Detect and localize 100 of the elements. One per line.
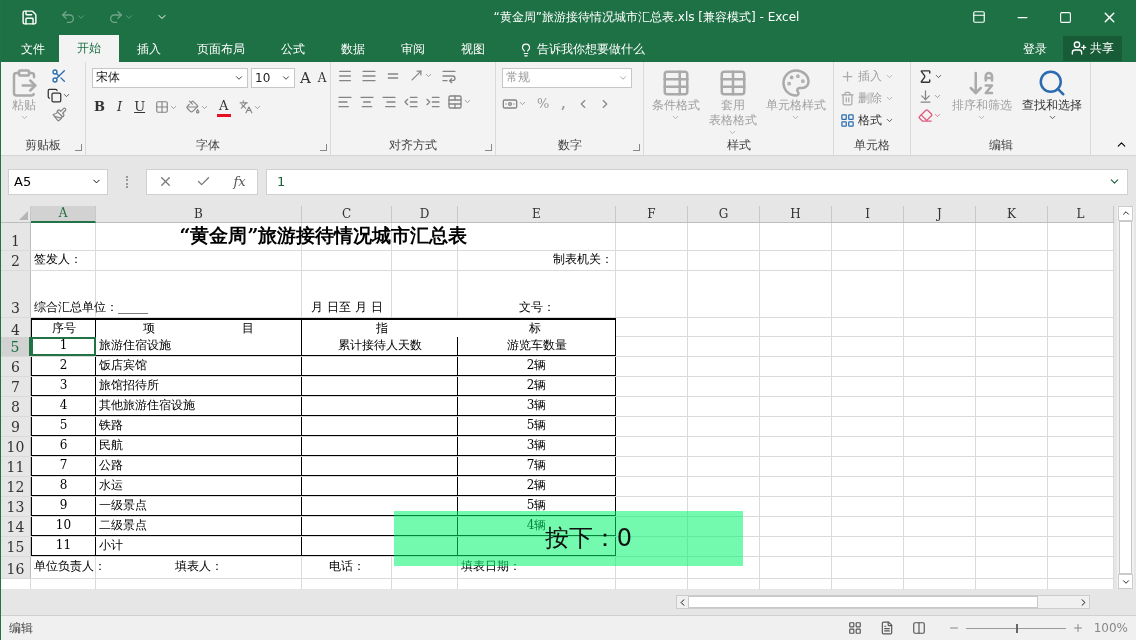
- column-header[interactable]: J: [904, 205, 976, 223]
- underline-button[interactable]: U: [132, 99, 148, 116]
- ribbon-display-icon[interactable]: [972, 10, 986, 25]
- table-cell: 签发人：: [34, 251, 82, 269]
- shrink-font-button[interactable]: A: [315, 69, 329, 86]
- horizontal-scrollbar[interactable]: [676, 595, 1090, 610]
- font-color-button[interactable]: A: [217, 97, 231, 117]
- grid-icon: [840, 112, 855, 128]
- paint-bucket-icon[interactable]: [186, 100, 210, 115]
- launcher-icon[interactable]: [485, 143, 492, 151]
- share-button[interactable]: 共享: [1063, 35, 1122, 61]
- ribbon-tab[interactable]: 视图: [443, 37, 503, 62]
- columns-icon[interactable]: [911, 621, 926, 636]
- row-header[interactable]: 15: [1, 536, 31, 556]
- row-header[interactable]: 14: [1, 516, 31, 536]
- ribbon-tab[interactable]: 公式: [263, 37, 323, 62]
- ribbon-tab[interactable]: 数据: [323, 37, 383, 62]
- table-cell: 电话：: [329, 558, 365, 576]
- column-header[interactable]: C: [302, 205, 392, 223]
- group-label: 字体: [196, 136, 220, 154]
- column-header[interactable]: D: [392, 205, 458, 223]
- column-header[interactable]: A: [31, 205, 96, 223]
- zoom-thumb[interactable]: [1015, 623, 1018, 633]
- copy-icon[interactable]: [47, 87, 71, 103]
- table-cell: 3辆: [526, 436, 547, 454]
- sheet-title: “黄金周”旅游接待情况城市汇总表: [179, 222, 468, 248]
- column-header[interactable]: K: [976, 205, 1048, 223]
- bold-button[interactable]: B: [92, 99, 107, 116]
- undo-icon[interactable]: [60, 9, 86, 26]
- column-header[interactable]: I: [832, 205, 904, 223]
- insert-function-button[interactable]: fx: [233, 174, 246, 190]
- italic-button[interactable]: I: [115, 99, 125, 116]
- launcher-icon[interactable]: [633, 143, 640, 151]
- table-cell: 2: [59, 358, 68, 373]
- eraser-icon[interactable]: [917, 107, 943, 123]
- scroll-down-button[interactable]: [1118, 574, 1133, 590]
- column-header[interactable]: L: [1048, 205, 1114, 223]
- table-cell: 填表日期：: [461, 558, 521, 576]
- table-cell: 10: [55, 518, 72, 533]
- name-box[interactable]: A5: [8, 168, 108, 195]
- row-header[interactable]: 10: [1, 436, 31, 456]
- maximize-icon[interactable]: [1059, 10, 1072, 24]
- column-header[interactable]: B: [96, 205, 302, 223]
- cells-button[interactable]: 格式: [840, 111, 894, 129]
- row-header[interactable]: 7: [1, 376, 31, 396]
- row-header[interactable]: 3: [1, 270, 31, 317]
- column-header[interactable]: E: [458, 205, 616, 223]
- formula-field[interactable]: 1: [266, 168, 1128, 195]
- launcher-icon[interactable]: [75, 143, 82, 151]
- row-header[interactable]: 6: [1, 356, 31, 376]
- grow-font-button[interactable]: A: [298, 69, 313, 86]
- plus-icon: [840, 68, 855, 84]
- row-header[interactable]: 1: [1, 222, 31, 250]
- column-header[interactable]: H: [760, 205, 832, 223]
- column-header[interactable]: G: [688, 205, 760, 223]
- row-header[interactable]: 2: [1, 250, 31, 270]
- ribbon-tab[interactable]: 插入: [119, 37, 179, 62]
- grid-icon[interactable]: [847, 621, 862, 636]
- ribbon-tab[interactable]: 开始: [59, 34, 119, 62]
- table-cell: 二级景点: [99, 516, 147, 534]
- row-header[interactable]: 4: [1, 317, 31, 339]
- row-header[interactable]: 13: [1, 496, 31, 516]
- sign-in-link[interactable]: 登录: [1023, 37, 1047, 62]
- font-size-field[interactable]: 10: [251, 67, 295, 88]
- save-icon[interactable]: [21, 8, 38, 26]
- table-cell: 水运: [99, 476, 123, 494]
- redo-icon[interactable]: [108, 9, 134, 26]
- zoom-level: 100%: [1093, 621, 1128, 636]
- trash-icon: [840, 90, 855, 106]
- table-cell: 单位负责人：: [34, 558, 106, 576]
- row-header[interactable]: 8: [1, 396, 31, 416]
- row-header[interactable]: 9: [1, 416, 31, 436]
- scrollbar-thumb[interactable]: [1119, 220, 1132, 575]
- table-cell: 7: [59, 458, 68, 473]
- row-header[interactable]: 11: [1, 456, 31, 476]
- table-cell: 游览车数量: [506, 336, 567, 354]
- column-heading: 标: [529, 319, 542, 337]
- table-cell: 9: [59, 498, 68, 513]
- launcher-icon[interactable]: [320, 143, 327, 151]
- tell-me-field[interactable]: 告诉我你想要做什么: [519, 37, 645, 62]
- page-icon[interactable]: [879, 621, 894, 636]
- border-icon[interactable]: [155, 100, 179, 115]
- table-cell: 综合汇总单位：_____: [34, 298, 148, 316]
- table-cell: 累计接待人天数: [337, 336, 422, 354]
- row-header[interactable]: 16: [1, 556, 31, 578]
- zoom-in-icon[interactable]: [1071, 622, 1084, 635]
- ribbon-tab[interactable]: 文件: [7, 37, 59, 62]
- editing-button[interactable]: 查找和选择: [1020, 67, 1084, 137]
- table-cell: 月 日至 月 日: [311, 298, 383, 316]
- translate-icon[interactable]: [238, 100, 262, 115]
- column-header[interactable]: F: [616, 205, 688, 223]
- lightbulb-icon: [519, 42, 533, 57]
- table-cell: 1: [59, 338, 68, 353]
- font-name-field[interactable]: 宋体: [92, 67, 248, 88]
- ribbon-tab[interactable]: 审阅: [383, 37, 443, 62]
- row-header[interactable]: 12: [1, 476, 31, 496]
- ribbon-tab[interactable]: 页面布局: [179, 37, 263, 62]
- table-cell: 11: [55, 538, 72, 553]
- scroll-up-button[interactable]: [1118, 205, 1133, 221]
- merge-cells-icon[interactable]: [447, 93, 472, 110]
